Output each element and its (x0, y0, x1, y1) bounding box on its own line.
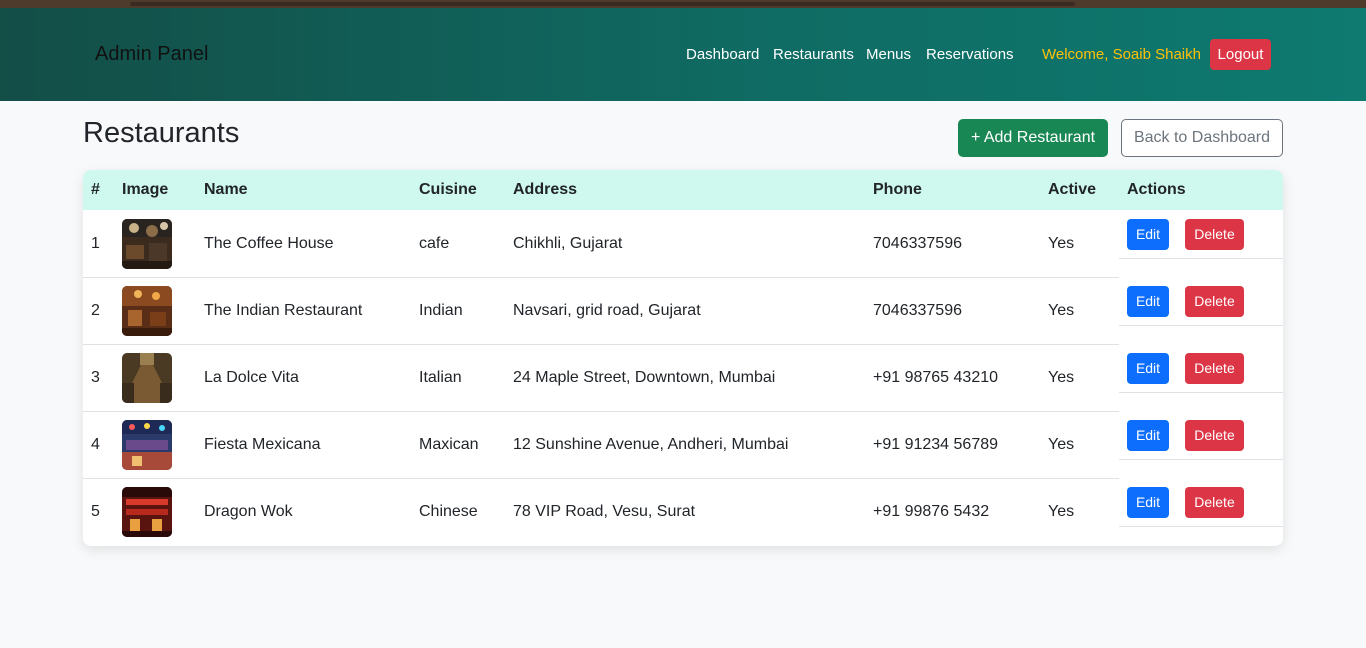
brand-title[interactable]: Admin Panel (95, 43, 208, 66)
table-row: 5 Dragon Wok Chinese 78 VIP Road, Vesu, … (83, 479, 1283, 546)
nav-link-reservations[interactable]: Reservations (926, 46, 1014, 63)
header-number: # (91, 181, 100, 198)
table-row: 1 The Coffee House cafe Chikhli, Gujarat… (83, 211, 1283, 278)
nav-link-restaurants[interactable]: Restaurants (773, 46, 854, 63)
restaurant-cuisine: Italian (419, 369, 462, 386)
nav-link-menus[interactable]: Menus (866, 46, 911, 63)
restaurant-name: La Dolce Vita (204, 369, 299, 386)
restaurant-name: Fiesta Mexicana (204, 436, 321, 453)
restaurant-thumbnail (122, 219, 172, 269)
row-number: 2 (91, 302, 100, 319)
table-header: # Image Name Cuisine Address Phone Activ… (83, 170, 1283, 210)
restaurant-active: Yes (1048, 369, 1075, 386)
logout-button[interactable]: Logout (1210, 39, 1271, 70)
restaurant-phone: 7046337596 (873, 302, 962, 319)
restaurant-thumbnail (122, 487, 172, 537)
actions-divider (1119, 392, 1283, 393)
restaurant-active: Yes (1048, 235, 1075, 252)
table-row: 4 Fiesta Mexicana Maxican 12 Sunshine Av… (83, 412, 1283, 479)
restaurant-address: 78 VIP Road, Vesu, Surat (513, 503, 696, 520)
restaurant-phone: +91 98765 43210 (873, 369, 999, 386)
restaurants-table: # Image Name Cuisine Address Phone Activ… (83, 170, 1283, 546)
header-cuisine: Cuisine (419, 181, 477, 198)
header-phone: Phone (873, 181, 922, 198)
restaurant-address: 12 Sunshine Avenue, Andheri, Mumbai (513, 436, 789, 453)
actions-divider (1119, 526, 1283, 527)
delete-button[interactable]: Delete (1185, 219, 1244, 250)
header-name: Name (204, 181, 248, 198)
restaurant-phone: +91 99876 5432 (873, 503, 990, 520)
row-number: 5 (91, 503, 100, 520)
back-to-dashboard-button[interactable]: Back to Dashboard (1121, 119, 1283, 157)
delete-button[interactable]: Delete (1185, 353, 1244, 384)
row-number: 1 (91, 235, 100, 252)
restaurant-active: Yes (1048, 436, 1075, 453)
header-active: Active (1048, 181, 1097, 198)
navbar: Admin Panel Dashboard Restaurants Menus … (0, 8, 1366, 101)
restaurant-address: Chikhli, Gujarat (513, 235, 623, 252)
edit-button[interactable]: Edit (1127, 219, 1169, 250)
restaurant-name: Dragon Wok (204, 503, 293, 520)
restaurant-name: The Indian Restaurant (204, 302, 363, 319)
restaurant-address: 24 Maple Street, Downtown, Mumbai (513, 369, 776, 386)
restaurant-phone: 7046337596 (873, 235, 962, 252)
restaurant-cuisine: Indian (419, 302, 463, 319)
page-title: Restaurants (83, 117, 240, 149)
restaurant-active: Yes (1048, 503, 1075, 520)
edit-button[interactable]: Edit (1127, 420, 1169, 451)
restaurant-cuisine: cafe (419, 235, 450, 252)
restaurant-thumbnail (122, 420, 172, 470)
restaurant-active: Yes (1048, 302, 1075, 319)
welcome-text: Welcome, Soaib Shaikh (1042, 46, 1201, 63)
header-image: Image (122, 181, 169, 198)
browser-top-strip (0, 0, 1366, 8)
delete-button[interactable]: Delete (1185, 487, 1244, 518)
actions-divider (1119, 258, 1283, 259)
delete-button[interactable]: Delete (1185, 420, 1244, 451)
add-restaurant-button[interactable]: + Add Restaurant (958, 119, 1108, 157)
restaurant-name: The Coffee House (204, 235, 334, 252)
restaurant-cuisine: Chinese (419, 503, 478, 520)
restaurant-phone: +91 91234 56789 (873, 436, 999, 453)
restaurant-cuisine: Maxican (419, 436, 479, 453)
restaurant-thumbnail (122, 286, 172, 336)
edit-button[interactable]: Edit (1127, 487, 1169, 518)
header-actions: Actions (1127, 181, 1186, 198)
header-address: Address (513, 181, 578, 198)
edit-button[interactable]: Edit (1127, 286, 1169, 317)
edit-button[interactable]: Edit (1127, 353, 1169, 384)
restaurant-address: Navsari, grid road, Gujarat (513, 302, 701, 319)
actions-divider (1119, 459, 1283, 460)
delete-button[interactable]: Delete (1185, 286, 1244, 317)
table-row: 2 The Indian Restaurant Indian Navsari, … (83, 278, 1283, 345)
restaurant-thumbnail (122, 353, 172, 403)
table-row: 3 La Dolce Vita Italian 24 Maple Street,… (83, 345, 1283, 412)
nav-link-dashboard[interactable]: Dashboard (686, 46, 759, 63)
row-number: 3 (91, 369, 100, 386)
row-number: 4 (91, 436, 100, 453)
actions-divider (1119, 325, 1283, 326)
